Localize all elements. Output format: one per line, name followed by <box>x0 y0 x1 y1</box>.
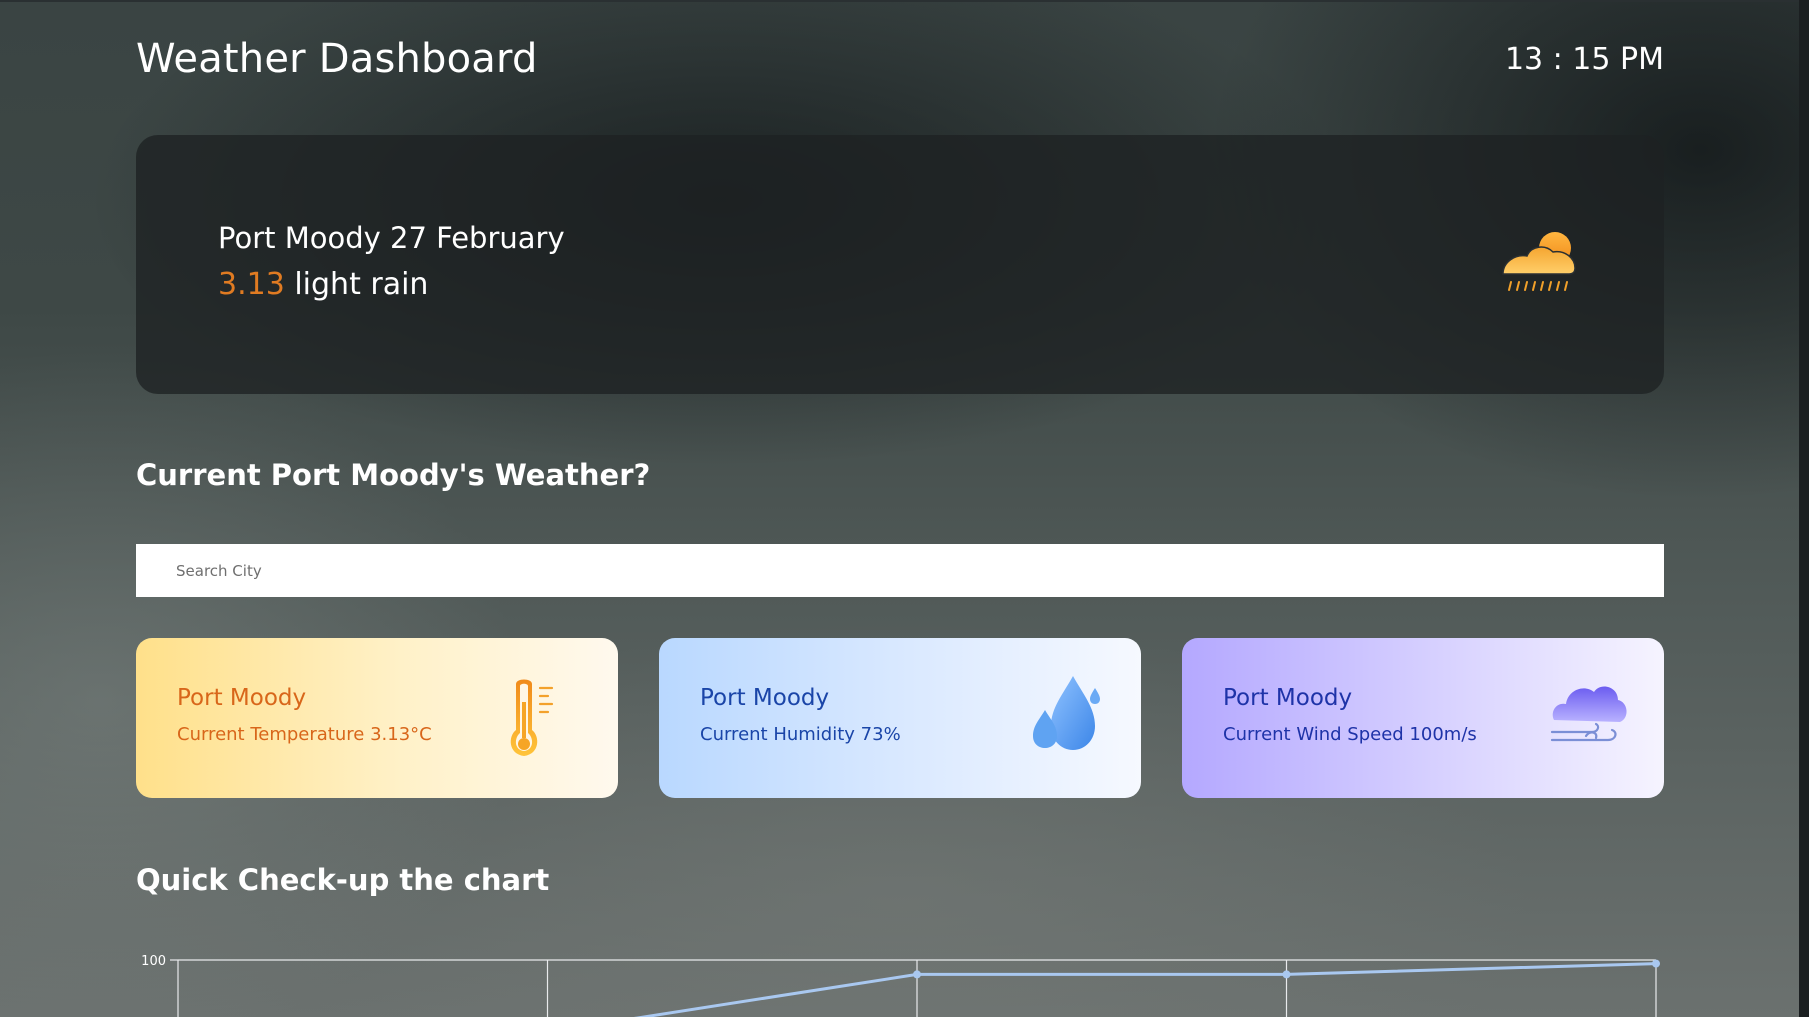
card-city: Port Moody <box>1223 685 1353 711</box>
chart-heading: Quick Check-up the chart <box>136 863 550 897</box>
thermometer-icon <box>510 679 554 756</box>
wind-card: Port Moody Current Wind Speed 100m/s <box>1182 638 1664 798</box>
data-point <box>913 970 921 979</box>
cloud-wind-icon <box>1550 686 1627 742</box>
series-line <box>633 962 1657 1017</box>
current-weather-panel: Port Moody 27 February 3.13 light rain <box>136 135 1664 394</box>
right-edge <box>1799 0 1809 1017</box>
data-point <box>1282 970 1291 979</box>
card-wind-value: Current Wind Speed 100m/s <box>1223 724 1477 745</box>
data-point <box>1652 959 1660 968</box>
card-city: Port Moody <box>177 685 307 711</box>
card-temperature-value: Current Temperature 3.13°C <box>177 724 432 745</box>
hero-temperature: 3.13 <box>218 267 285 302</box>
clock: 13 : 15 PM <box>1504 42 1664 77</box>
page-title: Weather Dashboard <box>136 36 538 82</box>
dashboard-page: Weather Dashboard 13 : 15 PM Port Moody … <box>136 0 1664 1017</box>
search-input[interactable] <box>136 544 1664 597</box>
hero-condition: light rain <box>294 267 429 302</box>
location-date: Port Moody 27 February <box>218 221 565 255</box>
humidity-card: Port Moody Current Humidity 73% <box>659 638 1141 798</box>
chart-grid: 100 <box>141 954 1657 1017</box>
temperature-condition: 3.13 light rain <box>218 267 428 302</box>
card-city: Port Moody <box>700 685 830 711</box>
temperature-card: Port Moody Current Temperature 3.13°C <box>136 638 618 798</box>
header: Weather Dashboard 13 : 15 PM <box>136 30 1664 90</box>
y-tick-label: 100 <box>141 954 166 969</box>
card-humidity-value: Current Humidity 73% <box>700 724 901 745</box>
sun-cloud-rain-icon <box>1502 232 1576 291</box>
line-chart: 100 <box>141 954 1660 1017</box>
question-heading: Current Port Moody's Weather? <box>136 458 651 492</box>
chart-series <box>633 959 1660 1017</box>
water-drops-icon <box>1033 676 1100 750</box>
